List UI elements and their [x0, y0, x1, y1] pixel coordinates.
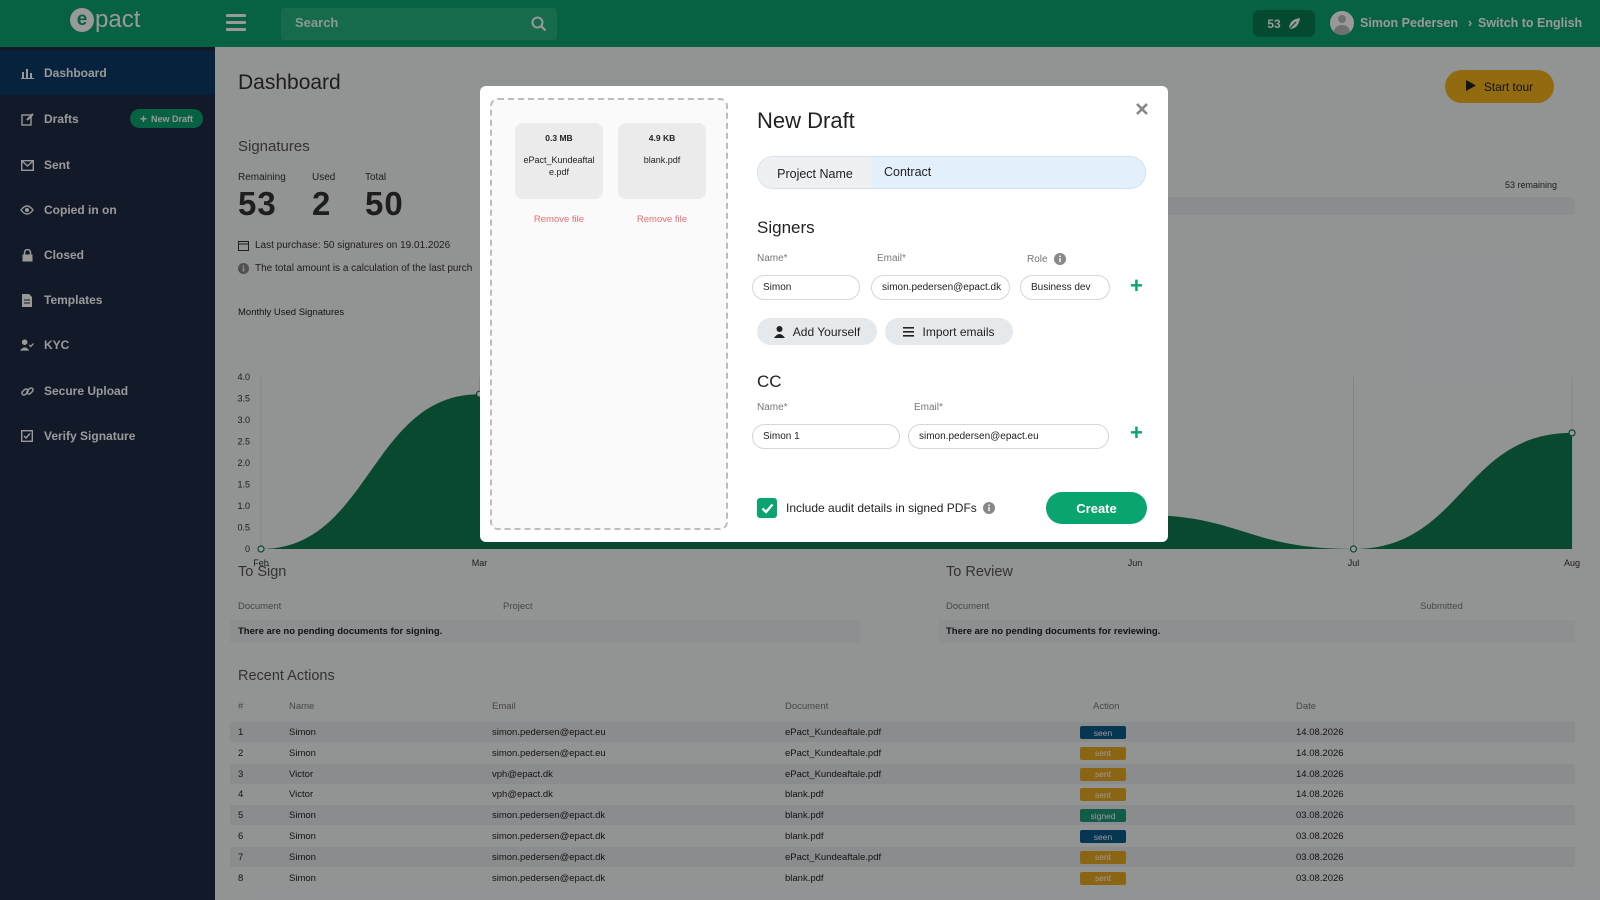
- add-yourself-button[interactable]: Add Yourself: [757, 318, 877, 345]
- project-name-label: Project Name: [758, 157, 872, 188]
- file-card: 0.3 MB ePact_Kundeaftale.pdf: [515, 123, 603, 199]
- audit-label: Include audit details in signed PDFs: [786, 501, 995, 515]
- info-icon[interactable]: [982, 502, 995, 514]
- cc-email-input[interactable]: [908, 424, 1109, 449]
- user-icon: [773, 325, 785, 338]
- project-name-field: Project Name: [757, 156, 1146, 189]
- add-cc-plus-icon[interactable]: +: [1130, 422, 1143, 444]
- list-icon: [903, 326, 915, 337]
- signer-email-label: Email*: [877, 253, 906, 264]
- project-name-input[interactable]: [884, 165, 1124, 179]
- signer-name-input[interactable]: [752, 275, 860, 300]
- signer-name-label: Name*: [757, 253, 788, 264]
- file-card: 4.9 KB blank.pdf: [618, 123, 706, 199]
- add-signer-plus-icon[interactable]: +: [1130, 275, 1143, 297]
- signer-role-label: Role: [1027, 253, 1066, 265]
- cc-name-label: Name*: [757, 402, 788, 413]
- remove-file-link[interactable]: Remove file: [618, 214, 706, 225]
- signer-email-input[interactable]: [871, 275, 1010, 300]
- info-icon[interactable]: [1053, 253, 1066, 265]
- signer-role-input[interactable]: [1020, 275, 1110, 300]
- modal-title: New Draft: [757, 108, 855, 133]
- import-emails-button[interactable]: Import emails: [885, 318, 1013, 345]
- file-dropzone[interactable]: 0.3 MB ePact_Kundeaftale.pdf Remove file…: [490, 98, 728, 530]
- cc-name-input[interactable]: [752, 424, 900, 449]
- cc-heading: CC: [757, 372, 782, 391]
- cc-email-label: Email*: [914, 402, 943, 413]
- audit-checkbox[interactable]: [757, 498, 777, 518]
- signers-heading: Signers: [757, 218, 815, 237]
- create-button[interactable]: Create: [1046, 492, 1147, 524]
- remove-file-link[interactable]: Remove file: [515, 214, 603, 225]
- new-draft-modal: 0.3 MB ePact_Kundeaftale.pdf Remove file…: [480, 86, 1168, 542]
- checkmark-icon: [761, 503, 773, 514]
- close-icon[interactable]: [1135, 102, 1149, 116]
